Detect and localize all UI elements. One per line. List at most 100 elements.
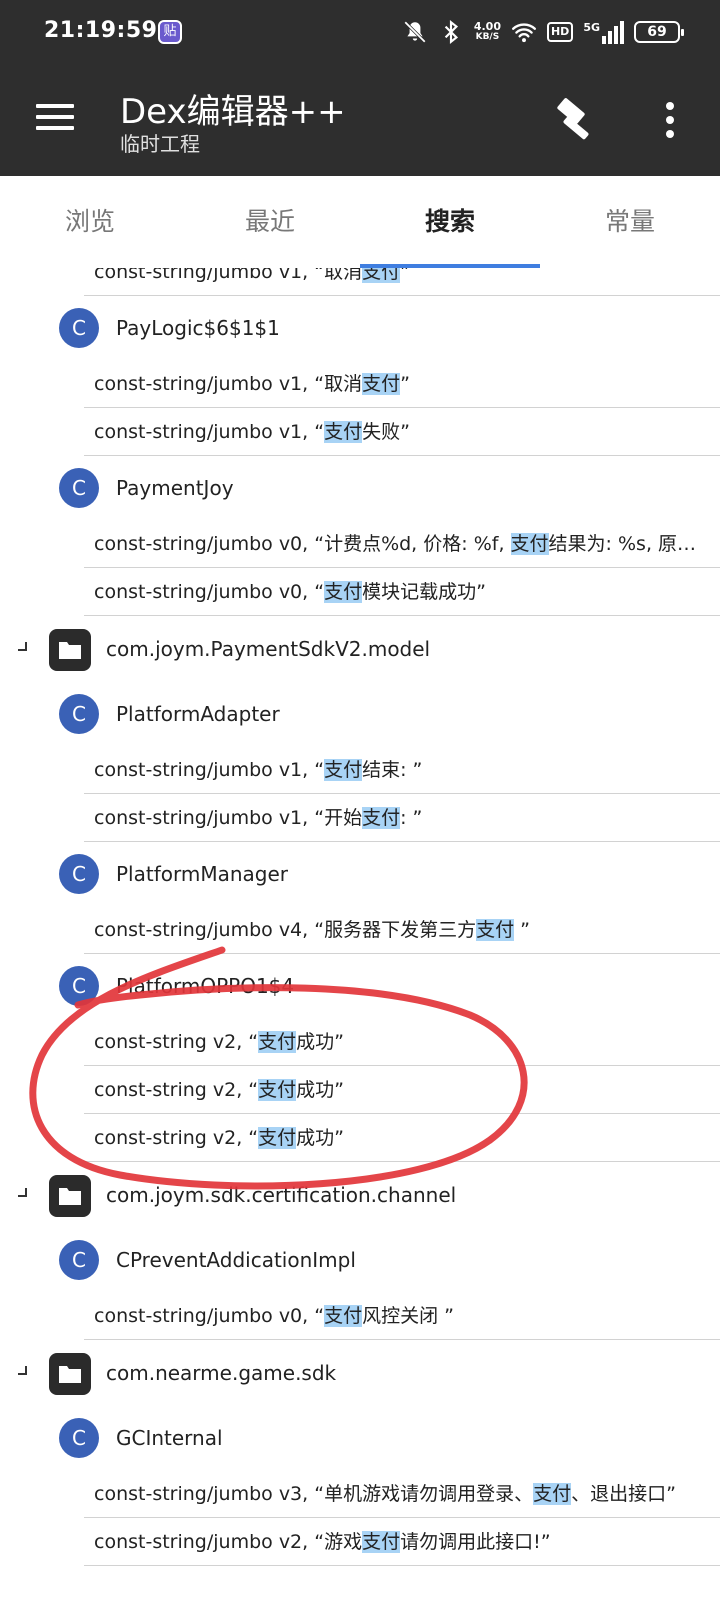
search-highlight: 支付 [258,1079,297,1101]
search-highlight: 支付 [362,807,401,829]
search-result-row[interactable]: const-string/jumbo v0, “支付风控关闭 ” [0,1292,720,1340]
result-text: const-string/jumbo v2, “游戏支付请勿调用此接口!” [94,1531,551,1553]
status-bar: 21:19:59 贴 4.00 KB/S HD 5G 69 [0,0,720,66]
network-speed: 4.00 KB/S [473,20,501,42]
project-subtitle: 临时工程 [120,132,200,156]
more-options-icon[interactable] [656,100,686,140]
package-name: com.joym.PaymentSdkV2.model [106,637,431,661]
result-text: const-string/jumbo v1, “支付结束: ” [94,759,423,781]
search-result-row[interactable]: const-string/jumbo v3, “单机游戏请勿调用登录、支付、退出… [0,1470,720,1518]
class-row[interactable]: C PayLogic$6$1$1 [0,296,720,360]
search-highlight: 支付 [324,581,363,603]
class-row[interactable]: C PlatformAdapter [0,682,720,746]
result-text: const-string v2, “支付成功” [94,1079,345,1101]
tab-search[interactable]: 搜索 [360,176,540,268]
search-result-row[interactable]: const-string/jumbo v1, “支付结束: ” [0,746,720,794]
search-result-row[interactable]: const-string/jumbo v1, “取消支付” [0,360,720,408]
folder-icon [49,1175,91,1217]
package-row[interactable]: com.joym.sdk.certification.channel [0,1162,720,1228]
search-result-row[interactable]: const-string/jumbo v2, “游戏支付请勿调用此接口!” [0,1518,720,1566]
tab-recent[interactable]: 最近 [180,176,360,268]
class-name: PlatformOPPO1$4 [116,974,295,998]
search-highlight: 支付 [324,1305,363,1327]
class-icon: C [59,694,99,734]
expand-arrow-icon[interactable] [18,1366,27,1375]
active-tab-indicator [360,264,540,268]
class-icon: C [59,308,99,348]
result-text: const-string/jumbo v0, “支付模块记载成功” [94,581,486,603]
class-row[interactable]: C PlatformManager [0,842,720,906]
class-row[interactable]: C CPreventAddicationImpl [0,1228,720,1292]
package-row[interactable]: com.joym.PaymentSdkV2.model [0,616,720,682]
result-text: const-string/jumbo v3, “单机游戏请勿调用登录、支付、退出… [94,1483,676,1505]
battery-icon: 69 [634,21,684,43]
result-text: const-string/jumbo v0, “计费点%d, 价格: %f, 支… [94,533,706,555]
result-text: const-string/jumbo v1, “开始支付: ” [94,807,423,829]
search-highlight: 支付 [362,268,401,283]
search-result-row[interactable]: const-string/jumbo v1, “支付失败” [0,408,720,456]
result-text: const-string/jumbo v1, “支付失败” [94,421,410,443]
search-result-row[interactable]: const-string/jumbo v0, “计费点%d, 价格: %f, 支… [0,520,720,568]
class-name: CPreventAddicationImpl [116,1248,356,1272]
search-highlight: 支付 [510,533,549,555]
result-text: const-string v2, “支付成功” [94,1031,345,1053]
app-notification-icon: 贴 [158,20,182,44]
search-highlight: 支付 [258,1127,297,1149]
expand-arrow-icon[interactable] [18,642,27,651]
search-highlight: 支付 [533,1483,572,1505]
search-highlight: 支付 [476,919,515,941]
result-text: const-string/jumbo v1, “取消支付” [94,268,706,296]
search-highlight: 支付 [324,759,363,781]
class-name: PlatformManager [116,862,289,886]
search-result-row[interactable]: const-string/jumbo v0, “支付模块记载成功” [0,568,720,616]
expand-arrow-icon[interactable] [18,1188,27,1197]
search-result-row[interactable]: const-string v2, “支付成功” [0,1018,720,1066]
result-text: const-string/jumbo v0, “支付风控关闭 ” [94,1305,454,1327]
class-icon: C [59,966,99,1006]
class-name: PaymentJoy [116,476,234,500]
class-row[interactable]: C PlatformOPPO1$4 [0,954,720,1018]
app-toolbar: Dex编辑器++ 临时工程 [0,66,720,176]
hammer-icon[interactable] [552,96,602,146]
search-highlight: 支付 [362,373,401,395]
tab-constants[interactable]: 常量 [540,176,720,268]
search-result-row[interactable]: const-string/jumbo v1, “开始支付: ” [0,794,720,842]
class-icon: C [59,854,99,894]
search-result-row[interactable]: const-string/jumbo v4, “服务器下发第三方支付 ” [0,906,720,954]
wifi-icon [511,23,536,43]
class-name: PlatformAdapter [116,702,280,726]
bluetooth-icon [444,19,458,45]
package-row[interactable]: com.nearme.game.sdk [0,1340,720,1406]
search-result-row[interactable]: const-string v2, “支付成功” [0,1066,720,1114]
status-time: 21:19:59 [44,18,158,43]
search-result-row[interactable]: const-string v2, “支付成功” [0,1114,720,1162]
folder-icon [49,629,91,671]
package-name: com.nearme.game.sdk [106,1361,337,1385]
package-name: com.joym.sdk.certification.channel [106,1183,457,1207]
class-row[interactable]: C GCInternal [0,1406,720,1470]
class-row[interactable]: C PaymentJoy [0,456,720,520]
tab-browse[interactable]: 浏览 [0,176,180,268]
search-highlight: 支付 [362,1531,401,1553]
class-name: PayLogic$6$1$1 [116,316,280,340]
mute-bell-icon [403,21,426,43]
signal-icon: 5G [583,20,624,44]
search-result-row[interactable]: const-string/jumbo v1, “取消支付” [0,268,720,296]
status-icons: 4.00 KB/S HD 5G 69 [402,17,684,47]
menu-icon[interactable] [36,100,76,140]
search-highlight: 支付 [324,421,363,443]
class-icon: C [59,1240,99,1280]
search-results-list[interactable]: const-string/jumbo v1, “取消支付” C PayLogic$6… [0,268,720,1612]
tab-bar: 浏览 最近 搜索 常量 [0,176,720,268]
result-text: const-string v2, “支付成功” [94,1127,345,1149]
class-icon: C [59,1418,99,1458]
class-name: GCInternal [116,1426,223,1450]
search-highlight: 支付 [258,1031,297,1053]
hd-icon: HD [546,22,574,42]
folder-icon [49,1353,91,1395]
result-text: const-string/jumbo v1, “取消支付” [94,373,410,395]
result-text: const-string/jumbo v4, “服务器下发第三方支付 ” [94,919,530,941]
class-icon: C [59,468,99,508]
app-title: Dex编辑器++ [120,92,346,132]
row-divider [84,1565,720,1566]
